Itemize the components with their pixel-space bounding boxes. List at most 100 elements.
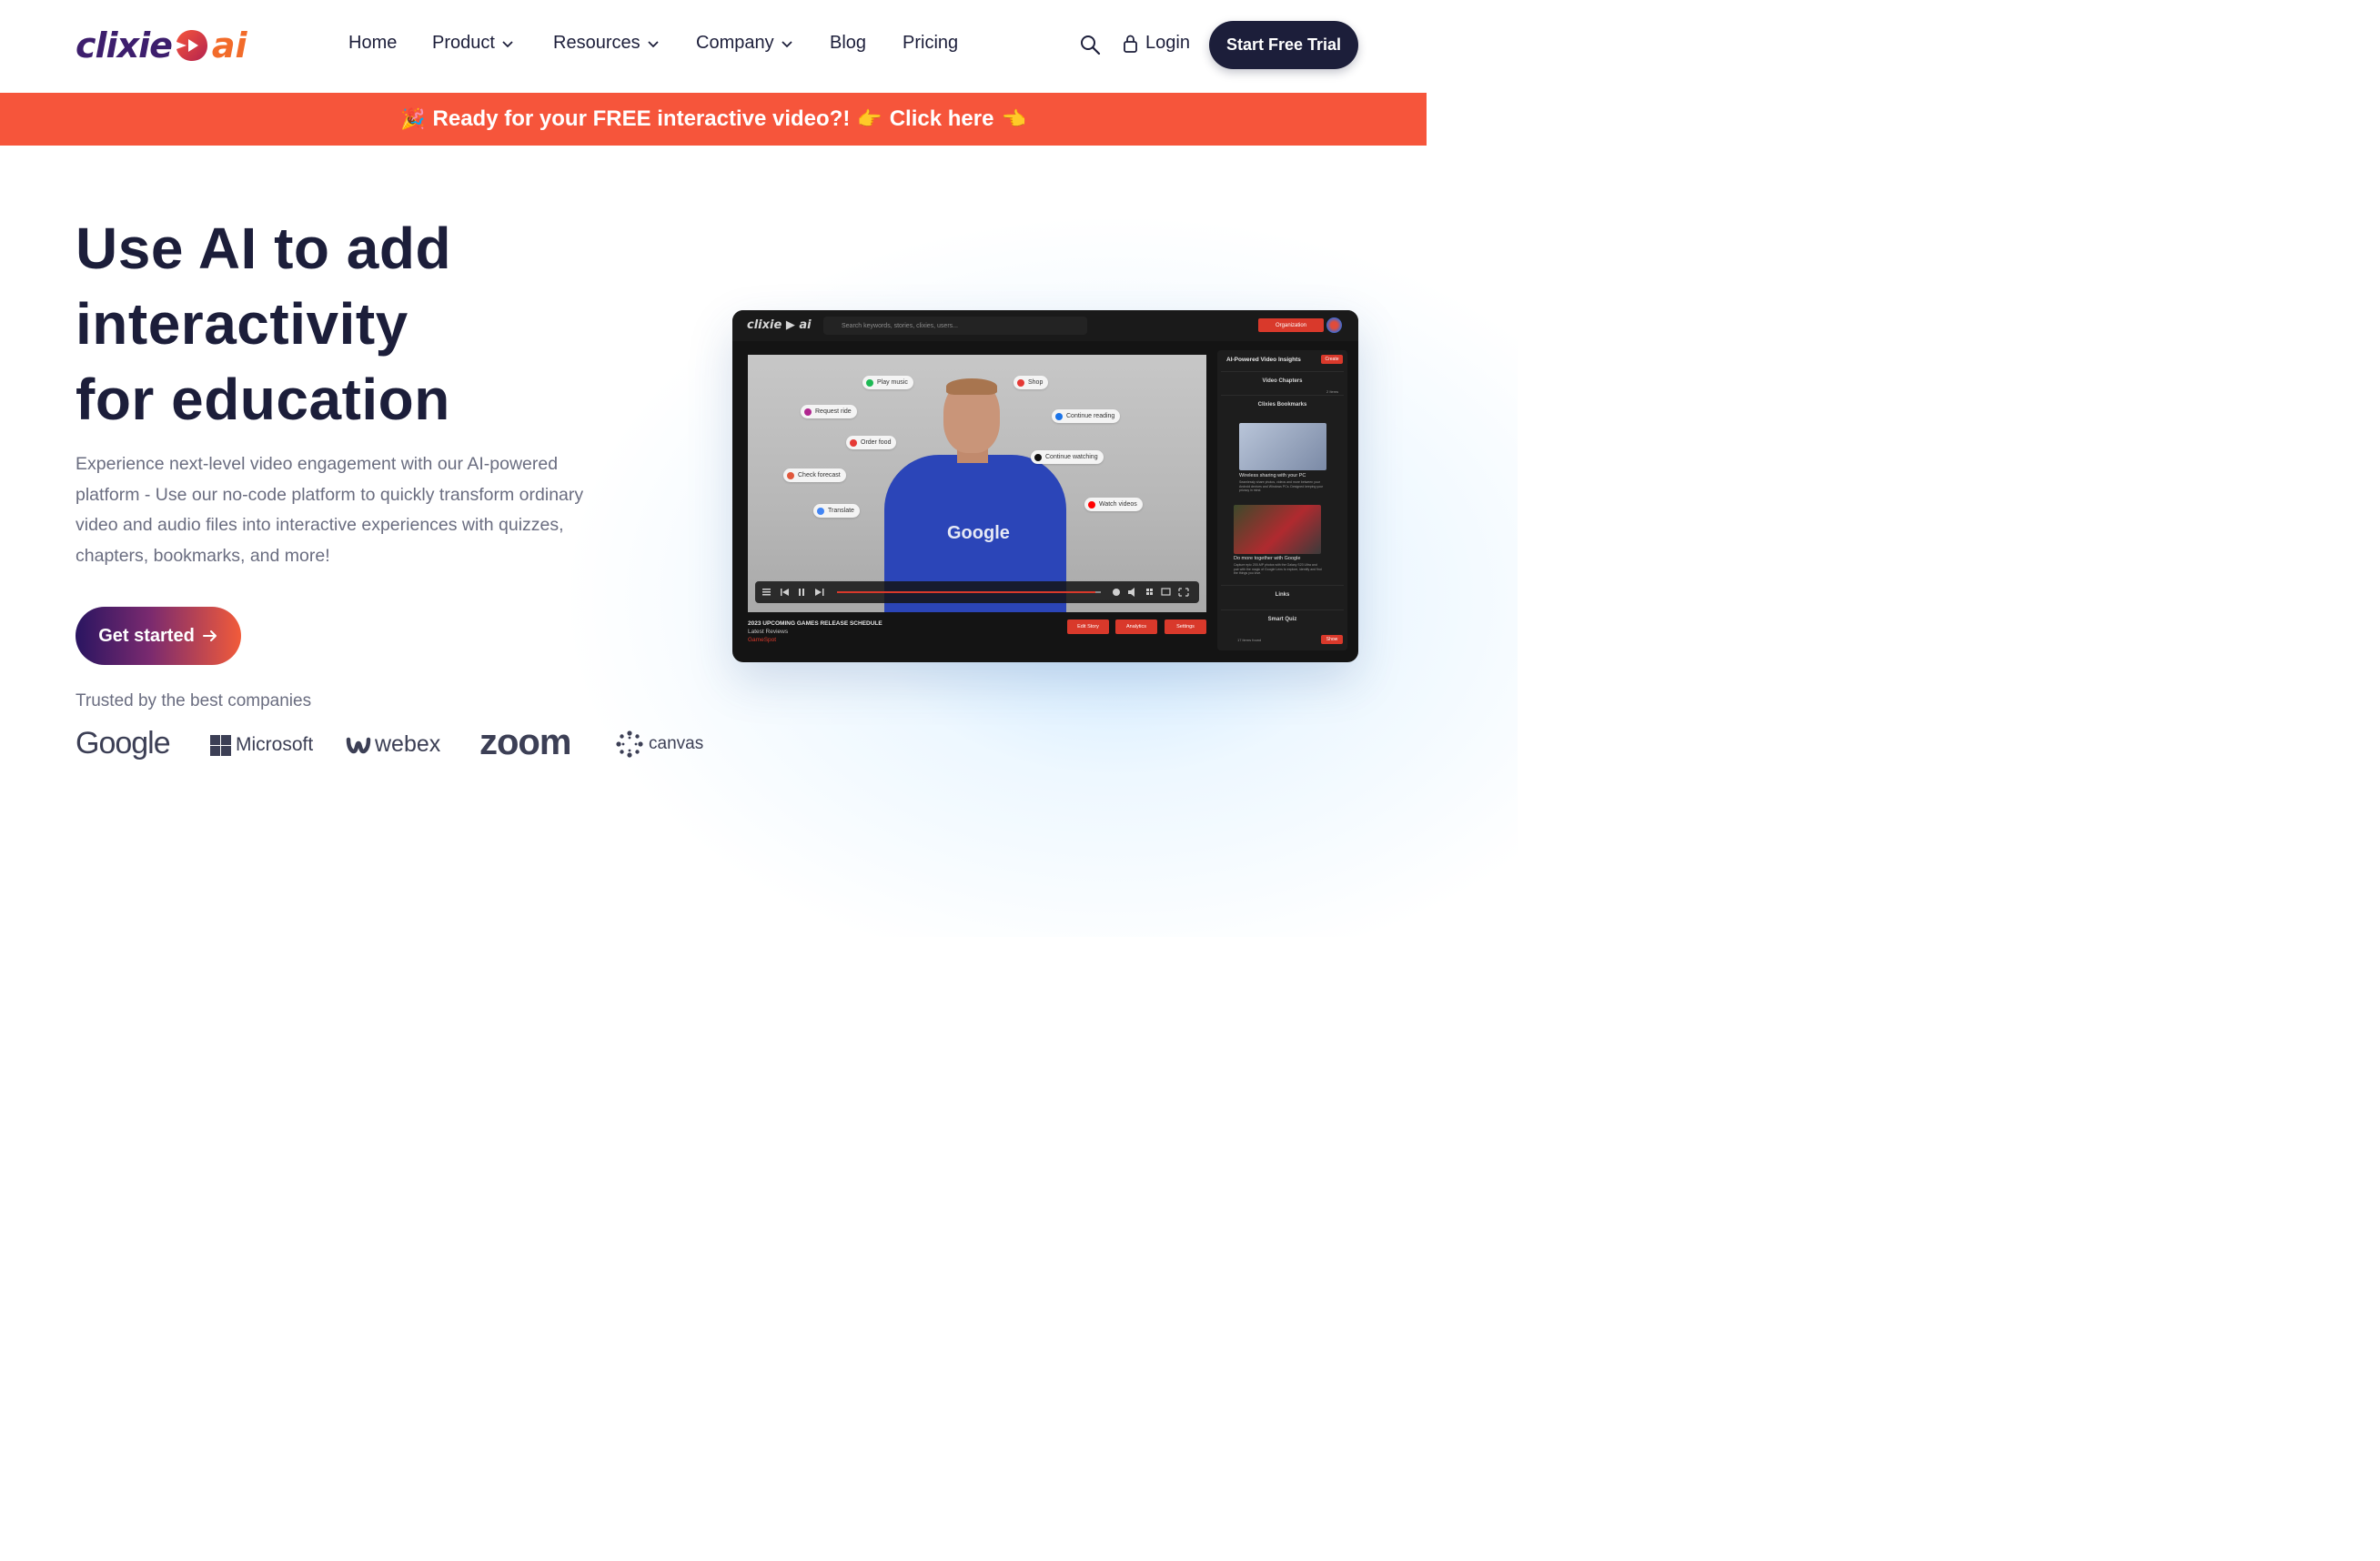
chip-icon: [787, 471, 794, 479]
video-progress-fill: [837, 591, 1096, 593]
bookmark-count: 2 Items: [1326, 389, 1339, 394]
google-logo: Google: [76, 726, 171, 761]
hero-title: Use AI to add interactivity for educatio…: [76, 211, 658, 438]
sidebar-row-label: Video Chapters: [1262, 378, 1303, 384]
chip-icon: [804, 408, 812, 416]
nav-pricing[interactable]: Pricing: [903, 33, 975, 54]
nav-blog[interactable]: Blog: [830, 33, 903, 54]
video-player-controls: [755, 581, 1199, 603]
play-logo-icon: [176, 30, 207, 61]
chip-label: Continue reading: [1066, 413, 1115, 419]
nav-company[interactable]: Company: [696, 33, 830, 54]
video-chip: Continue reading: [1052, 409, 1121, 423]
sidebar-row-chapters: Video Chapters: [1221, 371, 1344, 389]
get-started-button[interactable]: Get started: [76, 607, 241, 665]
brand-logo[interactable]: clixie ai: [76, 25, 247, 65]
bookmark-title: Wireless sharing with your PC: [1239, 473, 1306, 478]
party-popper-icon: 🎉: [400, 107, 426, 130]
hero-description: Experience next-level video engagement w…: [76, 454, 584, 566]
bookmark-thumbnail: [1239, 423, 1326, 470]
nav-home-label: Home: [348, 33, 398, 53]
chip-label: Shop: [1028, 379, 1044, 386]
chip-label: Translate: [828, 508, 854, 514]
arrow-right-icon: [202, 630, 217, 641]
sidebar-row-bookmarks: Clixies Bookmarks: [1221, 395, 1344, 413]
nav-pricing-label: Pricing: [903, 33, 959, 53]
video-source: GameSpot: [748, 637, 777, 643]
app-logo-ai: ai: [799, 318, 812, 332]
microsoft-logo-text: Microsoft: [236, 734, 314, 755]
chip-icon: [850, 438, 857, 447]
playback-controls-icon: [762, 589, 824, 596]
sidebar-title: AI-Powered Video Insights: [1226, 357, 1301, 363]
site-header: clixie ai Home Product Resources Company…: [0, 0, 1427, 93]
app-preview-screenshot: clixie ▶ ai Search keywords, stories, cl…: [732, 310, 1358, 662]
chip-icon: [1055, 412, 1063, 420]
organization-button: Organization: [1258, 318, 1324, 332]
sidebar-row-label: Clixies Bookmarks: [1257, 401, 1307, 408]
app-search-placeholder: Search keywords, stories, clixies, users…: [842, 322, 958, 329]
video-caption: 2023 UPCOMING GAMES RELEASE SCHEDULE Lat…: [748, 619, 882, 644]
nav-resources[interactable]: Resources: [553, 33, 696, 54]
nav-product[interactable]: Product: [432, 33, 553, 54]
shirt-logo: Google: [947, 523, 1010, 543]
sidebar-create-button: Create: [1321, 355, 1343, 364]
chip-label: Order food: [861, 439, 892, 446]
video-progress-bar: [837, 591, 1101, 593]
chevron-down-icon: [781, 40, 792, 47]
bookmark-thumbnail: [1234, 505, 1321, 554]
nav-resources-label: Resources: [553, 33, 640, 53]
login-label: Login: [1145, 33, 1190, 53]
sidebar-row-label: Links: [1275, 591, 1290, 598]
analytics-button: Analytics: [1115, 619, 1157, 634]
video-chip: Order food: [846, 436, 897, 449]
chevron-down-icon: [502, 40, 513, 47]
webex-icon: [346, 737, 371, 753]
canvas-logo: canvas: [616, 730, 703, 758]
promo-click-here-link[interactable]: Click here: [890, 106, 994, 132]
player-settings-icons: [1113, 588, 1189, 597]
login-link[interactable]: Login: [1123, 33, 1190, 54]
avatar: [1326, 317, 1342, 333]
microsoft-logo: Microsoft: [210, 734, 313, 756]
nav-product-label: Product: [432, 33, 495, 53]
get-started-label: Get started: [98, 625, 195, 646]
trusted-by-label: Trusted by the best companies: [76, 691, 312, 710]
chip-label: Continue watching: [1045, 454, 1098, 460]
app-logo: clixie ▶ ai: [747, 318, 812, 332]
bookmark-description: Seamlessly share photos, videos and more…: [1239, 480, 1324, 492]
hero-title-line: Use AI to add: [76, 216, 452, 281]
start-free-trial-button[interactable]: Start Free Trial: [1209, 21, 1358, 69]
video-chip: Watch videos: [1084, 498, 1143, 511]
logo-wordmark: clixie: [76, 25, 173, 65]
pointing-left-icon: 👈: [1001, 107, 1026, 130]
nav-home[interactable]: Home: [348, 33, 432, 54]
app-topbar: clixie ▶ ai Search keywords, stories, cl…: [732, 310, 1358, 341]
sidebar-row-links: Links: [1221, 585, 1344, 603]
sidebar-row-label: Smart Quiz: [1267, 616, 1297, 622]
presenter-hair: [946, 378, 997, 395]
promo-banner[interactable]: 🎉 Ready for your FREE interactive video?…: [0, 93, 1427, 146]
app-play-icon: ▶: [785, 318, 795, 332]
microsoft-windows-icon: [210, 734, 231, 756]
video-frame: Google Play music Shop Request ride Cont…: [748, 355, 1206, 612]
canvas-icon: [616, 730, 643, 758]
edit-story-button: Edit Story: [1067, 619, 1109, 634]
chip-label: Play music: [877, 379, 908, 386]
webex-logo-text: webex: [375, 731, 441, 757]
bookmark-title: Do more together with Google: [1234, 556, 1301, 561]
chip-icon: [1034, 453, 1042, 461]
search-icon[interactable]: [1079, 34, 1101, 55]
app-search-input: Search keywords, stories, clixies, users…: [823, 317, 1087, 335]
chip-icon: [1088, 500, 1095, 509]
lock-icon: [1124, 35, 1137, 53]
video-chip: Translate: [813, 504, 860, 518]
zoom-logo-text: zoom: [479, 722, 571, 762]
video-chip: Request ride: [801, 405, 857, 418]
pointing-right-icon: 👉: [857, 107, 882, 130]
chevron-down-icon: [647, 40, 659, 47]
sidebar-row-quiz: Smart Quiz: [1221, 609, 1344, 628]
hero-title-line: interactivity: [76, 291, 408, 357]
promo-text: Ready for your FREE interactive video?!: [432, 106, 851, 131]
zoom-logo: zoom: [479, 722, 571, 763]
